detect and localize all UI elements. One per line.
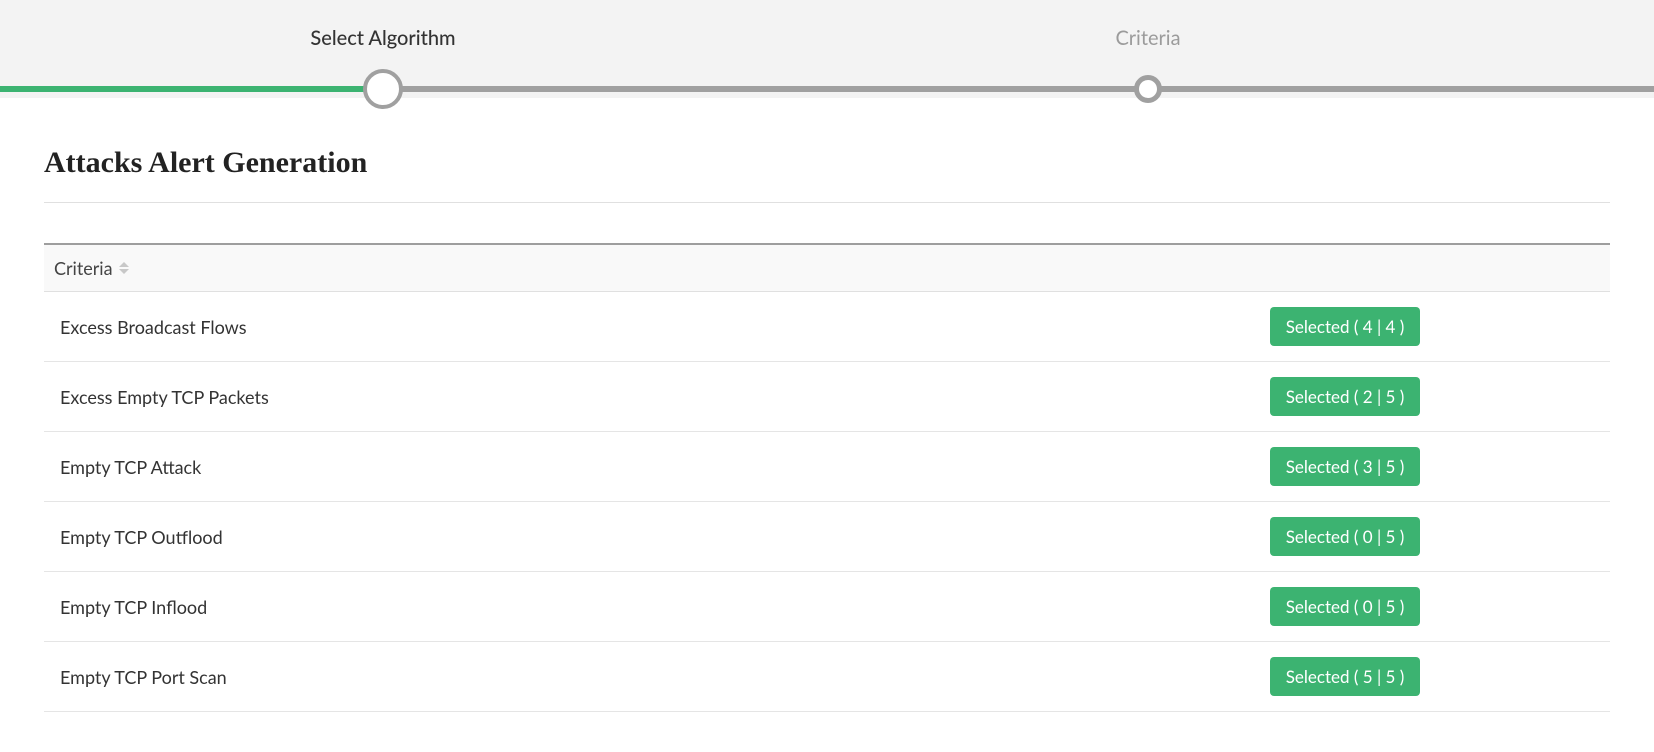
- divider: [44, 202, 1610, 203]
- selected-badge[interactable]: Selected ( 5 | 5 ): [1270, 657, 1420, 696]
- step-label-select-algorithm[interactable]: Select Algorithm: [310, 26, 455, 50]
- criteria-label: Excess Empty TCP Packets: [54, 386, 269, 408]
- selected-badge[interactable]: Selected ( 3 | 5 ): [1270, 447, 1420, 486]
- page-title: Attacks Alert Generation: [44, 146, 1610, 180]
- table-row: Empty TCP Outflood Selected ( 0 | 5 ): [44, 502, 1610, 572]
- selected-badge[interactable]: Selected ( 0 | 5 ): [1270, 587, 1420, 626]
- selected-badge[interactable]: Selected ( 4 | 4 ): [1270, 307, 1420, 346]
- stepper: Select Algorithm Criteria: [0, 0, 1654, 98]
- table-row: Empty TCP Attack Selected ( 3 | 5 ): [44, 432, 1610, 502]
- selected-badge[interactable]: Selected ( 2 | 5 ): [1270, 377, 1420, 416]
- criteria-label: Empty TCP Port Scan: [54, 666, 227, 688]
- table-header: Criteria: [44, 245, 1610, 292]
- table-row: Excess Broadcast Flows Selected ( 4 | 4 …: [44, 292, 1610, 362]
- sort-icon[interactable]: [119, 262, 129, 274]
- content: Attacks Alert Generation Criteria Excess…: [0, 98, 1654, 712]
- criteria-label: Empty TCP Inflood: [54, 596, 207, 618]
- table-row: Excess Empty TCP Packets Selected ( 2 | …: [44, 362, 1610, 432]
- step-dot-criteria[interactable]: [1134, 75, 1162, 103]
- sort-down-icon: [119, 269, 129, 274]
- criteria-label: Excess Broadcast Flows: [54, 316, 247, 338]
- step-dot-select-algorithm[interactable]: [363, 69, 403, 109]
- criteria-label: Empty TCP Outflood: [54, 526, 223, 548]
- step-label-criteria[interactable]: Criteria: [1115, 26, 1180, 50]
- column-header-criteria[interactable]: Criteria: [54, 257, 113, 279]
- sort-up-icon: [119, 262, 129, 267]
- table-row: Empty TCP Inflood Selected ( 0 | 5 ): [44, 572, 1610, 642]
- selected-badge[interactable]: Selected ( 0 | 5 ): [1270, 517, 1420, 556]
- criteria-label: Empty TCP Attack: [54, 456, 201, 478]
- stepper-track-fill: [0, 86, 383, 92]
- table-row: Empty TCP Port Scan Selected ( 5 | 5 ): [44, 642, 1610, 712]
